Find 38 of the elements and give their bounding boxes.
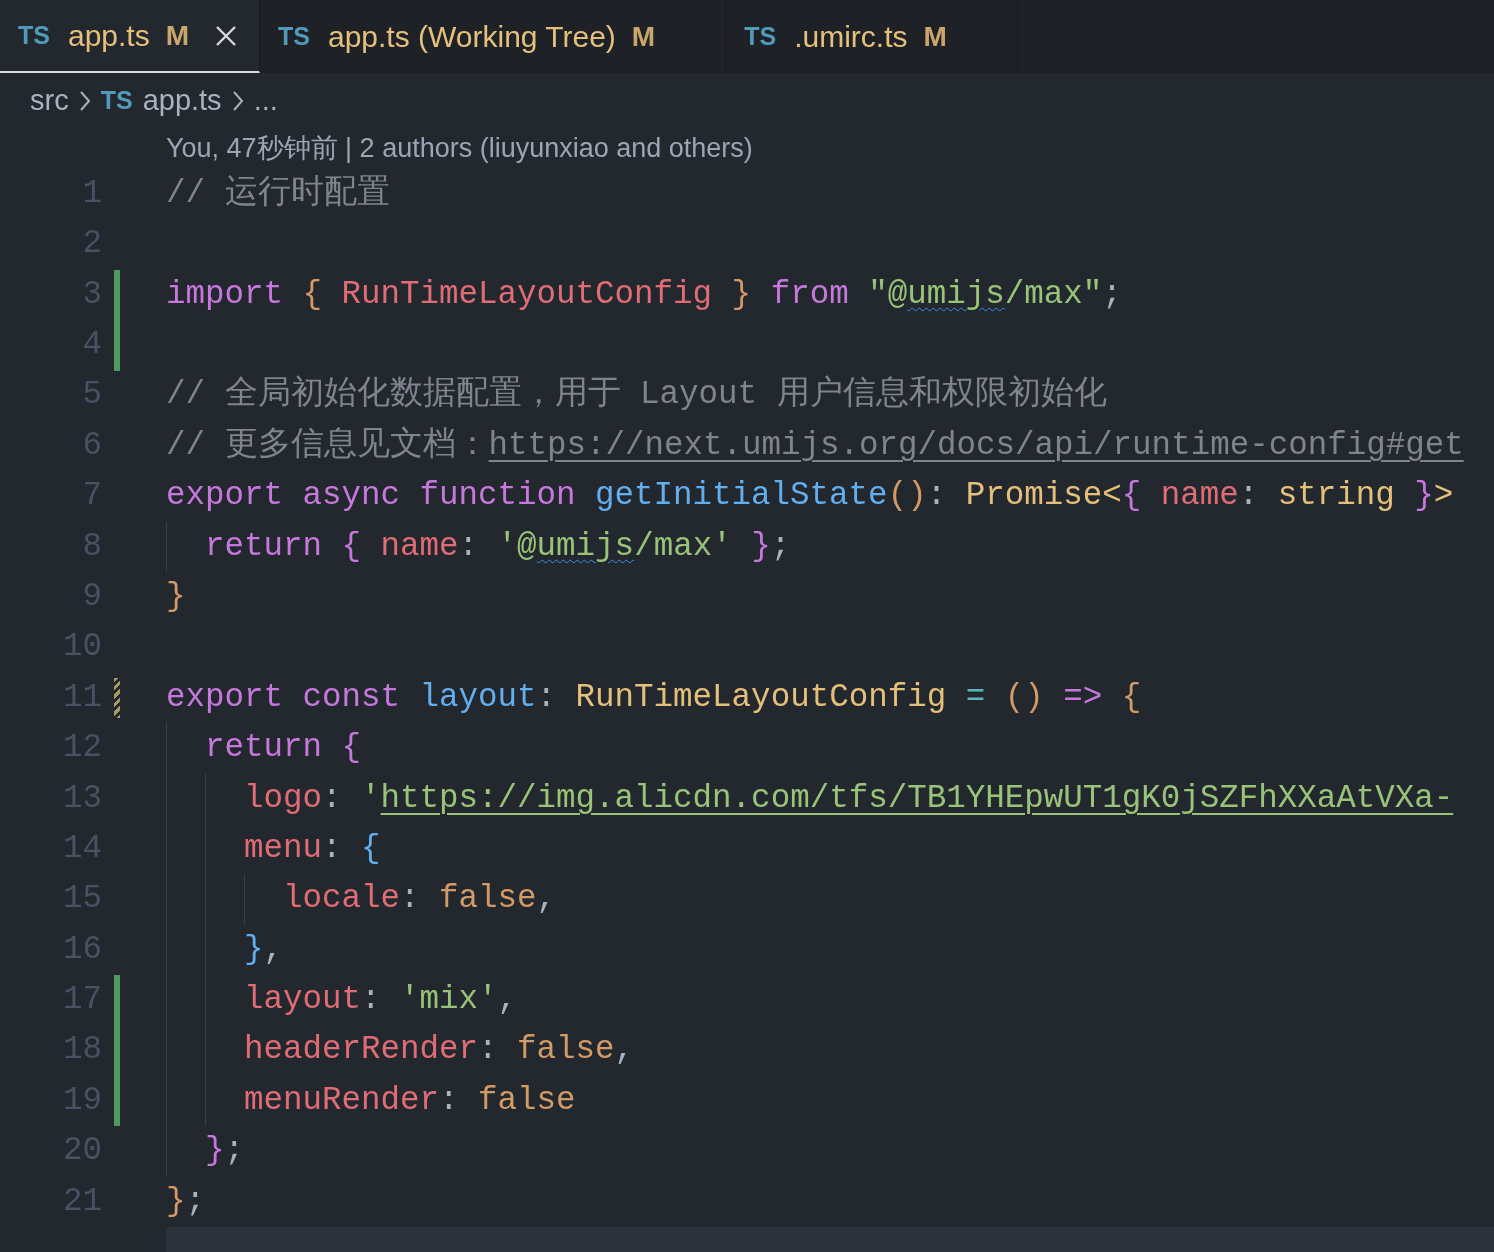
code-line: import { RunTimeLayoutConfig } from "@umijs/max";: [166, 274, 1122, 315]
breadcrumb-item[interactable]: src: [30, 78, 69, 123]
tab-label: app.ts: [67, 18, 150, 54]
close-icon[interactable]: [215, 24, 237, 47]
code-line: // 更多信息见文档：https://next.umijs.org/docs/api/runtime-config#get: [166, 425, 1464, 466]
code-line: // 全局初始化数据配置，用于 Layout 用户信息和权限初始化: [166, 374, 1107, 416]
modified-indicator: M: [165, 18, 189, 53]
chevron-right-icon: [78, 89, 91, 112]
typescript-file-icon: TS: [744, 17, 777, 56]
link[interactable]: https://img.alicdn.com/tfs/TB1YHEpwUT1gK0jSZFhXXaAtVXa-: [380, 779, 1454, 817]
code-line: locale: false,: [282, 879, 557, 920]
typescript-file-icon: TS: [18, 16, 50, 55]
chevron-right-icon: [231, 89, 244, 112]
modified-indicator: M: [631, 19, 656, 54]
tab-label: app.ts (Working Tree): [327, 19, 616, 55]
code-line: }: [166, 576, 186, 617]
code-line: layout: 'mix',: [243, 980, 518, 1021]
code-line: export async function getInitialState(): Promise<{ name: string }>: [166, 476, 1454, 517]
typescript-file-icon: TS: [100, 81, 133, 120]
code-line: menuRender: false: [243, 1080, 576, 1121]
blame-annotation: You, 47秒钟前 | 2 authors (liuyunxiao and others): [166, 132, 753, 166]
link[interactable]: https://next.umijs.org/docs/api/runtime-config#get: [488, 426, 1464, 464]
editor-tab[interactable]: TS app.ts M: [0, 0, 260, 73]
typescript-file-icon: TS: [278, 17, 310, 56]
tab-label: .umirc.ts: [794, 19, 908, 55]
code-line: menu: {: [243, 828, 381, 869]
code-line: },: [243, 929, 284, 970]
code-line: export const layout: RunTimeLayoutConfig = () => {: [166, 677, 1142, 718]
code-line: return { name: '@umijs/max' };: [204, 526, 791, 567]
code-line: };: [166, 1181, 206, 1222]
code-line: };: [204, 1131, 245, 1172]
breadcrumb-item[interactable]: ...: [253, 78, 278, 123]
code-line: return {: [204, 728, 362, 769]
code-line: // 运行时配置: [166, 173, 390, 214]
code-line: headerRender: false,: [243, 1030, 635, 1071]
code-line: logo: 'https://img.alicdn.com/tfs/TB1YHEpwUT1gK0jSZFhXXaAtVXa-: [243, 778, 1454, 819]
breadcrumb-item[interactable]: app.ts: [142, 78, 222, 123]
modified-indicator: M: [923, 19, 947, 54]
